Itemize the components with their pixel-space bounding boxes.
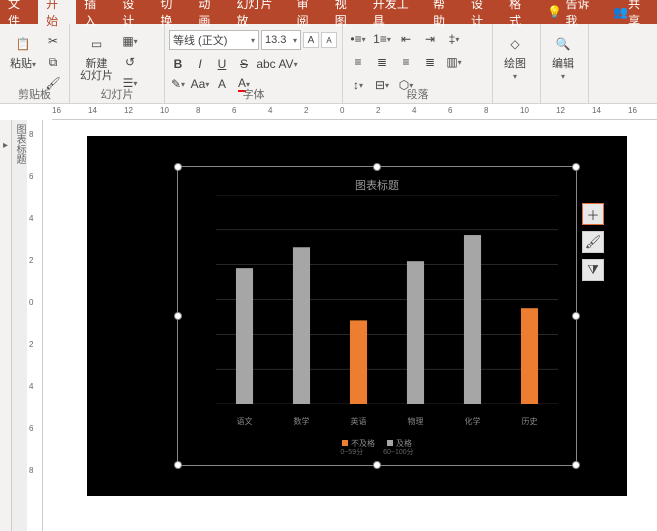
- find-icon: 🔍: [551, 32, 575, 56]
- chart-selection[interactable]: 图表标题 020406080100120 语文数学英语物理化学历史 不及格及格 …: [177, 166, 577, 466]
- tab-file[interactable]: 文件: [0, 0, 38, 24]
- align-center-button[interactable]: ≣: [371, 53, 393, 71]
- group-slides-label: 幻灯片: [70, 86, 164, 102]
- shadow-button[interactable]: abc: [257, 55, 275, 73]
- tab-home[interactable]: 开始: [38, 0, 76, 24]
- resize-handle-br[interactable]: [572, 461, 580, 469]
- chart-sublegend: 0~59分60~100分: [186, 447, 568, 457]
- vertical-ruler: 864202468: [27, 120, 43, 531]
- group-font-label: 字体: [165, 86, 342, 102]
- tab-design2[interactable]: 设计: [463, 0, 501, 24]
- font-size-select[interactable]: 13.3▾: [261, 30, 301, 50]
- decrease-font-button[interactable]: A: [321, 32, 337, 48]
- chart-styles-button[interactable]: 🖌: [582, 231, 604, 253]
- paste-button[interactable]: 📋 粘贴▾: [4, 30, 42, 73]
- resize-handle-tl[interactable]: [174, 163, 182, 171]
- numbering-button[interactable]: 1≡▾: [371, 30, 393, 48]
- group-clipboard-label: 剪贴板: [0, 86, 69, 102]
- chevron-right-icon[interactable]: ▸: [3, 140, 8, 151]
- chart-title: 图表标题: [186, 175, 568, 195]
- share-icon: 👥: [613, 5, 628, 19]
- tab-developer[interactable]: 开发工具: [365, 0, 425, 24]
- scissors-icon: ✂: [48, 34, 58, 48]
- horizontal-ruler: 1614121086420246810121416: [52, 104, 657, 120]
- spacing-button[interactable]: AV▾: [279, 55, 297, 73]
- copy-icon: ⧉: [49, 55, 58, 70]
- resize-handle-tr[interactable]: [572, 163, 580, 171]
- plus-icon: ＋: [586, 205, 599, 224]
- tab-transitions[interactable]: 切换: [152, 0, 190, 24]
- clipboard-icon: 📋: [11, 32, 35, 56]
- line-spacing-button[interactable]: ‡▾: [443, 30, 465, 48]
- resize-handle-ml[interactable]: [174, 312, 182, 320]
- indent-inc-button[interactable]: ⇥: [419, 30, 441, 48]
- cut-button[interactable]: ✂: [44, 32, 62, 50]
- editing-button[interactable]: 🔍 编辑▾: [545, 30, 581, 85]
- tab-view[interactable]: 视图: [327, 0, 365, 24]
- strike-button[interactable]: S: [235, 55, 253, 73]
- brush-icon: 🖌: [585, 234, 602, 250]
- resize-handle-tm[interactable]: [373, 163, 381, 171]
- resize-handle-bl[interactable]: [174, 461, 182, 469]
- group-paragraph-label: 段落: [343, 86, 492, 102]
- tab-review[interactable]: 审阅: [289, 0, 327, 24]
- layout-button[interactable]: ▦▾: [121, 32, 139, 50]
- reset-icon: ↺: [125, 55, 135, 69]
- resize-handle-mr[interactable]: [572, 312, 580, 320]
- underline-button[interactable]: U: [213, 55, 231, 73]
- tab-format[interactable]: 格式: [501, 0, 539, 24]
- new-slide-button[interactable]: ▭ 新建 幻灯片: [74, 30, 119, 84]
- bullets-button[interactable]: •≡▾: [347, 30, 369, 48]
- chart: 图表标题 020406080100120 语文数学英语物理化学历史 不及格及格 …: [186, 175, 568, 457]
- chart-x-labels: 语文数学英语物理化学历史: [216, 416, 558, 427]
- align-left-button[interactable]: ≡: [347, 53, 369, 71]
- lightbulb-icon: 💡: [547, 5, 562, 19]
- slide: 图表标题 020406080100120 语文数学英语物理化学历史 不及格及格 …: [87, 136, 627, 496]
- outline-pane[interactable]: ▸: [0, 120, 12, 531]
- align-right-button[interactable]: ≡: [395, 53, 417, 71]
- increase-font-button[interactable]: A: [303, 32, 319, 48]
- slide-canvas[interactable]: 图表标题 020406080100120 语文数学英语物理化学历史 不及格及格 …: [67, 120, 657, 531]
- tab-help[interactable]: 帮助: [425, 0, 463, 24]
- drawing-button[interactable]: ◇ 绘图▾: [497, 30, 533, 85]
- tab-animations[interactable]: 动画: [190, 0, 228, 24]
- ribbon: 📋 粘贴▾ ✂ ⧉ 🖌 剪贴板 ▭ 新建 幻灯片 ▦▾ ↺ ☰▾ 幻灯片: [0, 24, 657, 104]
- outline-title: 图表标题: [12, 120, 27, 531]
- font-name-select[interactable]: 等线 (正文)▾: [169, 30, 259, 50]
- tab-design[interactable]: 设计: [114, 0, 152, 24]
- chart-filters-button[interactable]: ⧩: [582, 259, 604, 281]
- justify-button[interactable]: ≣: [419, 53, 441, 71]
- copy-button[interactable]: ⧉: [44, 53, 62, 71]
- resize-handle-bm[interactable]: [373, 461, 381, 469]
- italic-button[interactable]: I: [191, 55, 209, 73]
- indent-dec-button[interactable]: ⇤: [395, 30, 417, 48]
- layout-icon: ▦: [122, 34, 133, 48]
- chart-plot: 020406080100120: [216, 195, 558, 404]
- new-slide-icon: ▭: [85, 32, 109, 56]
- funnel-icon: ⧩: [587, 262, 599, 278]
- shapes-icon: ◇: [503, 32, 527, 56]
- bold-button[interactable]: B: [169, 55, 187, 73]
- chart-elements-button[interactable]: ＋: [582, 203, 604, 225]
- columns-button[interactable]: ▥▾: [443, 53, 465, 71]
- tab-tellme[interactable]: 💡 告诉我: [539, 0, 605, 24]
- tab-slideshow[interactable]: 幻灯片放: [228, 0, 288, 24]
- tab-share[interactable]: 👥共享: [605, 0, 657, 24]
- reset-button[interactable]: ↺: [121, 53, 139, 71]
- tab-insert[interactable]: 插入: [76, 0, 114, 24]
